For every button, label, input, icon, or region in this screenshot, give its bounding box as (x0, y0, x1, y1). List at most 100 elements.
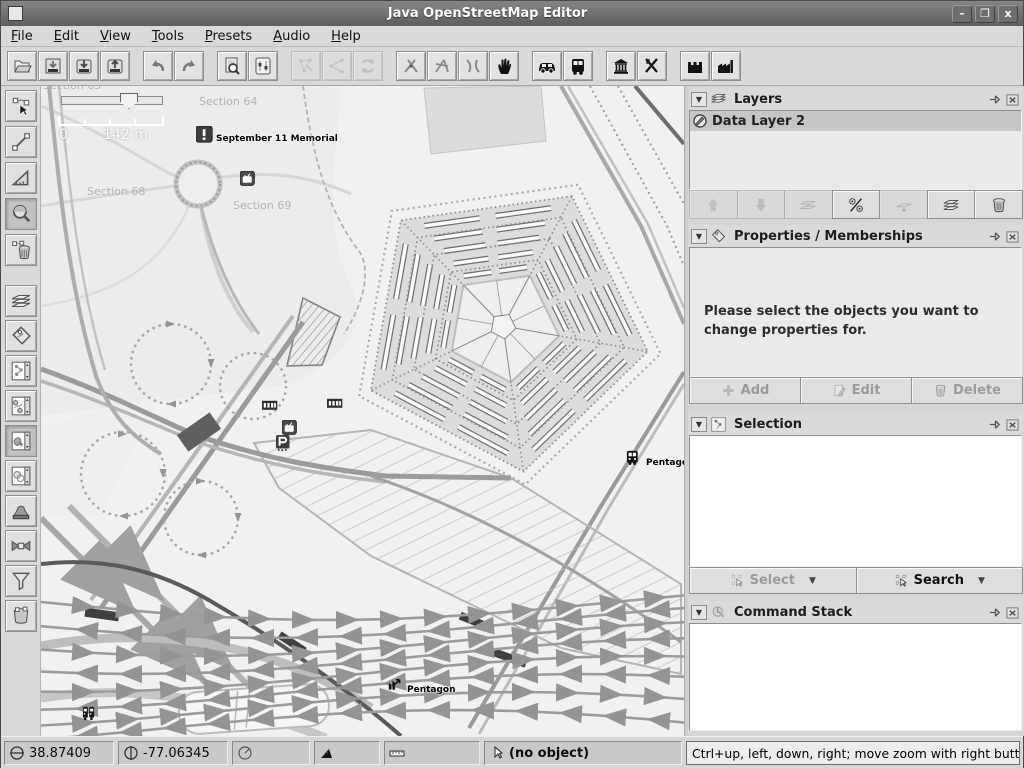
object-field[interactable]: (no object) (484, 741, 682, 765)
menu-audio[interactable]: Audio (273, 29, 310, 44)
layer-row-data-layer-2[interactable]: Data Layer 2 (690, 111, 1021, 131)
update-data-button[interactable] (353, 51, 383, 81)
menu-tools[interactable]: Tools (152, 29, 184, 44)
map-paint-toggle-button[interactable] (5, 425, 37, 457)
preset-museum-button[interactable] (606, 51, 636, 81)
collapse-icon[interactable]: ▼ (691, 417, 707, 432)
layer-new-button[interactable] (927, 190, 976, 219)
selection-panel-toggle-button[interactable] (5, 355, 37, 387)
layer-visibility-button[interactable] (832, 190, 881, 219)
close-panel-icon[interactable] (1005, 606, 1020, 619)
collapse-icon[interactable]: ▼ (691, 92, 707, 107)
pin-icon[interactable] (988, 606, 1003, 619)
preferences-button[interactable] (248, 51, 278, 81)
title-bar[interactable]: Java OpenStreetMap Editor – ❐ x (1, 1, 1023, 26)
close-button[interactable]: x (998, 5, 1018, 23)
layers-panel-header[interactable]: ▼ Layers (689, 88, 1022, 110)
edit-property-button[interactable]: Edit (800, 377, 912, 404)
pan-button[interactable] (489, 51, 519, 81)
delete-tool-button[interactable] (5, 234, 37, 266)
parking-marker[interactable] (276, 435, 294, 453)
select-tool-button[interactable] (5, 90, 37, 122)
pin-icon[interactable] (988, 230, 1003, 243)
layers-panel-toggle-button[interactable] (5, 285, 37, 317)
heading-field[interactable] (232, 741, 310, 765)
collapse-icon[interactable]: ▼ (691, 229, 707, 244)
layer-down-button[interactable] (737, 190, 786, 219)
preset-car-button[interactable] (532, 51, 562, 81)
redo-button[interactable] (174, 51, 204, 81)
tv-marker-1[interactable] (240, 171, 258, 189)
angle-field[interactable] (314, 741, 380, 765)
preset-works-button[interactable] (711, 51, 741, 81)
preset-bus-button[interactable] (563, 51, 593, 81)
selection-buttons: Select▼Search▼ (689, 567, 1022, 594)
layer-merge-button[interactable] (784, 190, 833, 219)
way-tool-1-button[interactable] (396, 51, 426, 81)
add-property-button[interactable]: Add (689, 377, 801, 404)
properties-panel-header[interactable]: ▼ Properties / Memberships (689, 225, 1022, 247)
latitude-field[interactable]: 38.87409 (4, 741, 114, 765)
download-object-button[interactable] (217, 51, 247, 81)
layers-icon (10, 290, 32, 312)
collapse-icon[interactable]: ▼ (691, 605, 707, 620)
pin-icon[interactable] (988, 93, 1003, 106)
close-panel-icon[interactable] (1005, 230, 1020, 243)
upload-data-button[interactable] (100, 51, 130, 81)
dropdown-arrow-icon[interactable]: ▼ (978, 576, 985, 586)
split-way-button[interactable] (322, 51, 352, 81)
objects-panel-toggle-button[interactable] (5, 460, 37, 492)
menu-help[interactable]: Help (331, 29, 361, 44)
measure-tool-button[interactable] (5, 162, 37, 194)
save-button[interactable] (38, 51, 68, 81)
menu-presets[interactable]: Presets (205, 29, 252, 44)
authors-panel-toggle-button[interactable] (5, 495, 37, 527)
command-stack-toggle-button[interactable] (5, 600, 37, 632)
dropdown-arrow-icon[interactable]: ▼ (809, 576, 816, 586)
selection-panel-header[interactable]: ▼ Selection (689, 413, 1022, 435)
undo-button[interactable] (143, 51, 173, 81)
way-tool-2-button[interactable] (427, 51, 457, 81)
tags-panel-toggle-button[interactable] (5, 320, 37, 352)
preset-castle-button[interactable] (680, 51, 710, 81)
platform-marker-1[interactable] (262, 399, 280, 417)
map-canvas[interactable] (41, 86, 684, 736)
close-panel-icon[interactable] (1005, 418, 1020, 431)
bus-stop-pentagon[interactable]: Pentagon (626, 450, 684, 468)
maximize-button[interactable]: ❐ (975, 5, 995, 23)
zoom-tool-button[interactable] (5, 198, 37, 230)
way-tool-3-button[interactable] (458, 51, 488, 81)
zoom-slider[interactable] (61, 96, 163, 105)
layer-delete-button[interactable] (974, 190, 1023, 219)
minimize-button[interactable]: – (952, 5, 972, 23)
layer-duplicate-button[interactable] (879, 190, 928, 219)
download-data-button[interactable] (69, 51, 99, 81)
command-stack-list[interactable] (689, 623, 1022, 731)
menu-view[interactable]: View (100, 29, 131, 44)
layer-up-button[interactable] (689, 190, 738, 219)
search-button[interactable]: Search▼ (856, 567, 1024, 594)
metro-station-pentagon[interactable]: Pentagon (387, 677, 456, 695)
select-button[interactable]: Select▼ (689, 567, 857, 594)
map-view[interactable]: 0 142 m Section 65Section 64Section 68Se… (41, 86, 684, 736)
menu-edit[interactable]: Edit (54, 29, 79, 44)
selection-list[interactable] (689, 435, 1022, 567)
platform-marker-2[interactable] (327, 397, 345, 415)
distance-field[interactable] (384, 741, 480, 765)
filter-panel-toggle-button[interactable] (5, 565, 37, 597)
memorial-marker[interactable]: September 11 Memorial (196, 126, 338, 144)
layers-list[interactable]: Data Layer 2 (689, 110, 1022, 190)
longitude-field[interactable]: -77.06345 (118, 741, 228, 765)
delete-property-button[interactable]: Delete (911, 377, 1023, 404)
draw-node-tool-button[interactable] (5, 126, 37, 158)
bus-pair-marker[interactable] (82, 706, 100, 724)
open-file-button[interactable] (7, 51, 37, 81)
conflicts-panel-toggle-button[interactable] (5, 530, 37, 562)
preset-restaurant-button[interactable] (637, 51, 667, 81)
relations-panel-toggle-button[interactable] (5, 390, 37, 422)
menu-file[interactable]: File (11, 29, 33, 44)
pin-icon[interactable] (988, 418, 1003, 431)
command-stack-header[interactable]: ▼ Command Stack (689, 601, 1022, 623)
close-panel-icon[interactable] (1005, 93, 1020, 106)
unglue-ways-button[interactable] (291, 51, 321, 81)
